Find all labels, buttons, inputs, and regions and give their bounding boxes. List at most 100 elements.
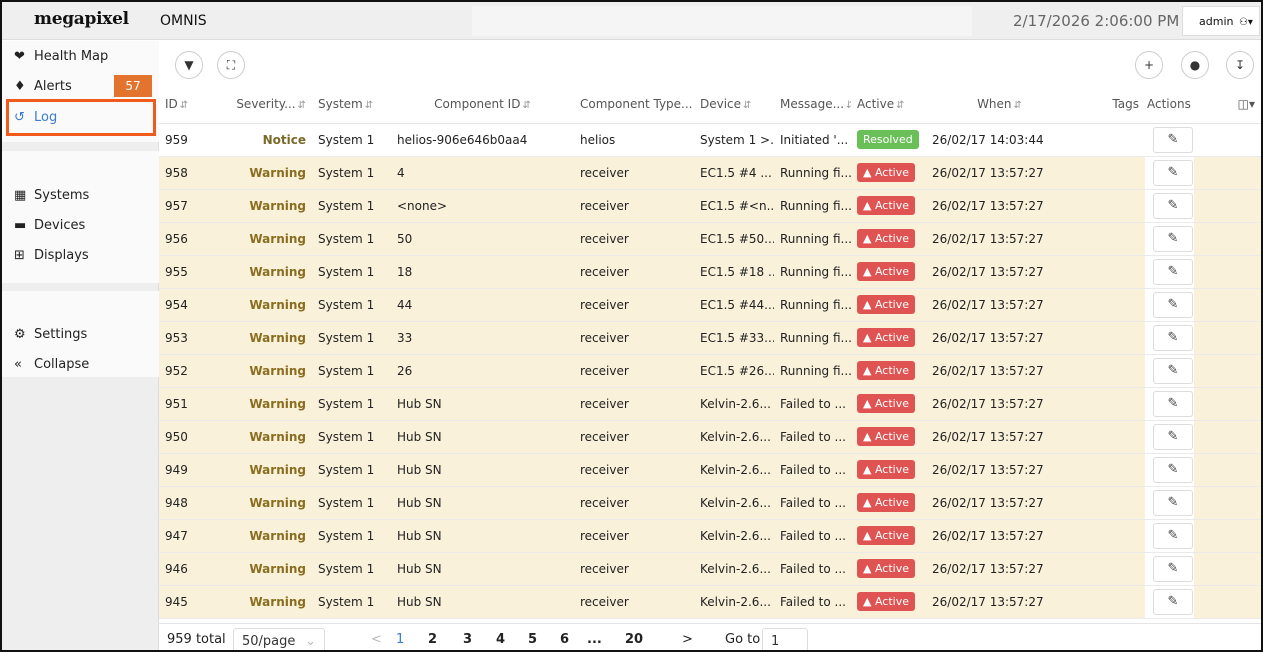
column-header-when[interactable]: When ⇵ [926,85,1073,124]
page-2[interactable]: 2 [428,632,437,647]
cell-tags [1073,552,1145,586]
page-1[interactable]: 1 [396,632,404,647]
cell-actions: ✎ [1145,189,1194,223]
cell-message: Running fi... [774,156,851,190]
edit-button[interactable]: ✎ [1153,588,1193,615]
top-bar: megapixel OMNIS 2/17/2026 2:06:00 PM adm… [2,2,1261,40]
table-row[interactable]: 951 Warning System 1 Hub SN receiver Kelvin-2… [159,387,1261,421]
cell-message: Running fi... [774,354,851,388]
column-header-component-type[interactable]: Component Type...⇵ [574,85,694,124]
edit-button[interactable]: ✎ [1153,555,1193,582]
cell-device: EC1.5 #18 ... [694,255,774,289]
cell-when: 26/02/17 13:57:27 [926,321,1073,355]
cell-active: ▲ Active [851,420,926,454]
page-20[interactable]: 20 [625,632,643,647]
warning-triangle-icon: ▲ [863,199,875,212]
cell-id: 953 [159,321,225,355]
cell-actions: ✎ [1145,123,1194,157]
cell-actions: ✎ [1145,420,1194,454]
cell-id: 948 [159,486,225,520]
page-3[interactable]: 3 [463,632,472,647]
cell-id: 949 [159,453,225,487]
table-row[interactable]: 948 Warning System 1 Hub SN receiver Kelvin-2… [159,486,1261,520]
edit-button[interactable]: ✎ [1153,357,1193,384]
cell-message: Failed to ... [774,420,851,454]
cell-when: 26/02/17 13:57:27 [926,585,1073,619]
page-5[interactable]: 5 [528,632,537,647]
sidebar-item-health-map[interactable]: ❤ Health Map [14,45,108,67]
table-row[interactable]: 953 Warning System 1 33 receiver EC1.5 #33...… [159,321,1261,355]
add-button[interactable]: + [1135,51,1163,79]
download-button[interactable]: ↧ [1226,51,1254,79]
status-badge: ▲ Active [857,361,915,380]
expand-button[interactable]: ⛶ [217,51,245,79]
cell-device: Kelvin-2.6... [694,552,774,586]
table-row[interactable]: 947 Warning System 1 Hub SN receiver Kelvin-2… [159,519,1261,553]
column-header-component-id[interactable]: Component ID ⇵ [391,85,574,124]
table-row[interactable]: 954 Warning System 1 44 receiver EC1.5 #44...… [159,288,1261,322]
cell-id: 952 [159,354,225,388]
table-row[interactable]: 949 Warning System 1 Hub SN receiver Kelvin-2… [159,453,1261,487]
edit-button[interactable]: ✎ [1153,489,1193,516]
edit-button[interactable]: ✎ [1153,522,1193,549]
status-badge: ▲ Active [857,493,915,512]
cell-device: EC1.5 #33... [694,321,774,355]
tag-button[interactable]: ● [1181,51,1209,79]
sidebar-item-systems[interactable]: ▦ Systems [14,184,89,206]
sidebar-item-displays[interactable]: ⊞ Displays [14,244,89,266]
cell-component-id: 33 [391,321,574,355]
cell-component-id: Hub SN [391,387,574,421]
edit-button[interactable]: ✎ [1153,126,1193,153]
edit-button[interactable]: ✎ [1153,456,1193,483]
status-badge: ▲ Active [857,427,915,446]
page-6[interactable]: 6 [560,632,569,647]
top-strip [472,6,972,36]
prev-page-button[interactable]: < [371,632,382,647]
page-4[interactable]: 4 [496,632,505,647]
cell-when: 26/02/17 13:57:27 [926,552,1073,586]
cell-tags [1073,420,1145,454]
cell-system: System 1 [312,552,391,586]
sidebar-item-devices[interactable]: ▬ Devices [14,214,85,236]
sidebar-item-settings[interactable]: ⚙ Settings [14,323,87,345]
column-header-system[interactable]: System ⇵ [312,85,391,124]
edit-button[interactable]: ✎ [1153,390,1193,417]
table-row[interactable]: 958 Warning System 1 4 receiver EC1.5 #4 ... R… [159,156,1261,190]
download-icon: ↧ [1234,58,1246,72]
column-header-message[interactable]: Message...⇵ [774,85,851,124]
edit-button[interactable]: ✎ [1153,225,1193,252]
table-row[interactable]: 952 Warning System 1 26 receiver EC1.5 #26...… [159,354,1261,388]
filter-button[interactable]: ▼ [175,51,203,79]
goto-input[interactable]: 1 [762,628,808,650]
edit-button[interactable]: ✎ [1153,258,1193,285]
table-row[interactable]: 945 Warning System 1 Hub SN receiver Kelvin-2… [159,585,1261,619]
sidebar-item-collapse[interactable]: « Collapse [14,353,89,375]
edit-button[interactable]: ✎ [1153,159,1193,186]
column-header-active[interactable]: Active ⇵ [851,85,926,124]
page-ellipsis[interactable]: ... [587,632,602,647]
cell-id: 954 [159,288,225,322]
edit-button[interactable]: ✎ [1153,423,1193,450]
edit-button[interactable]: ✎ [1153,291,1193,318]
column-header-severity[interactable]: Severity... ⇵ [225,85,312,124]
cell-severity: Warning [225,354,312,388]
column-chooser-button[interactable]: ◫▾ [1194,85,1261,124]
user-menu-button[interactable]: admin ⚇▾ [1182,6,1260,36]
next-page-button[interactable]: > [682,632,693,647]
sidebar-item-alerts[interactable]: ♦ Alerts [14,75,72,97]
edit-button[interactable]: ✎ [1153,192,1193,219]
table-row[interactable]: 946 Warning System 1 Hub SN receiver Kelvin-2… [159,552,1261,586]
cell-severity: Warning [225,288,312,322]
table-row[interactable]: 950 Warning System 1 Hub SN receiver Kelvin-2… [159,420,1261,454]
column-header-id[interactable]: ID ⇵ [159,85,225,124]
table-row[interactable]: 959 Notice System 1 helios-906e646b0aa4 heli… [159,123,1261,157]
page-size-select[interactable]: 50/page ⌄ [233,628,325,650]
column-header-device[interactable]: Device ⇵ [694,85,774,124]
cell-system: System 1 [312,585,391,619]
table-row[interactable]: 956 Warning System 1 50 receiver EC1.5 #50...… [159,222,1261,256]
edit-button[interactable]: ✎ [1153,324,1193,351]
cell-filler [1194,222,1261,256]
cell-tags [1073,486,1145,520]
table-row[interactable]: 957 Warning System 1 <none> receiver EC1.5 #<… [159,189,1261,223]
table-row[interactable]: 955 Warning System 1 18 receiver EC1.5 #18 ..… [159,255,1261,289]
